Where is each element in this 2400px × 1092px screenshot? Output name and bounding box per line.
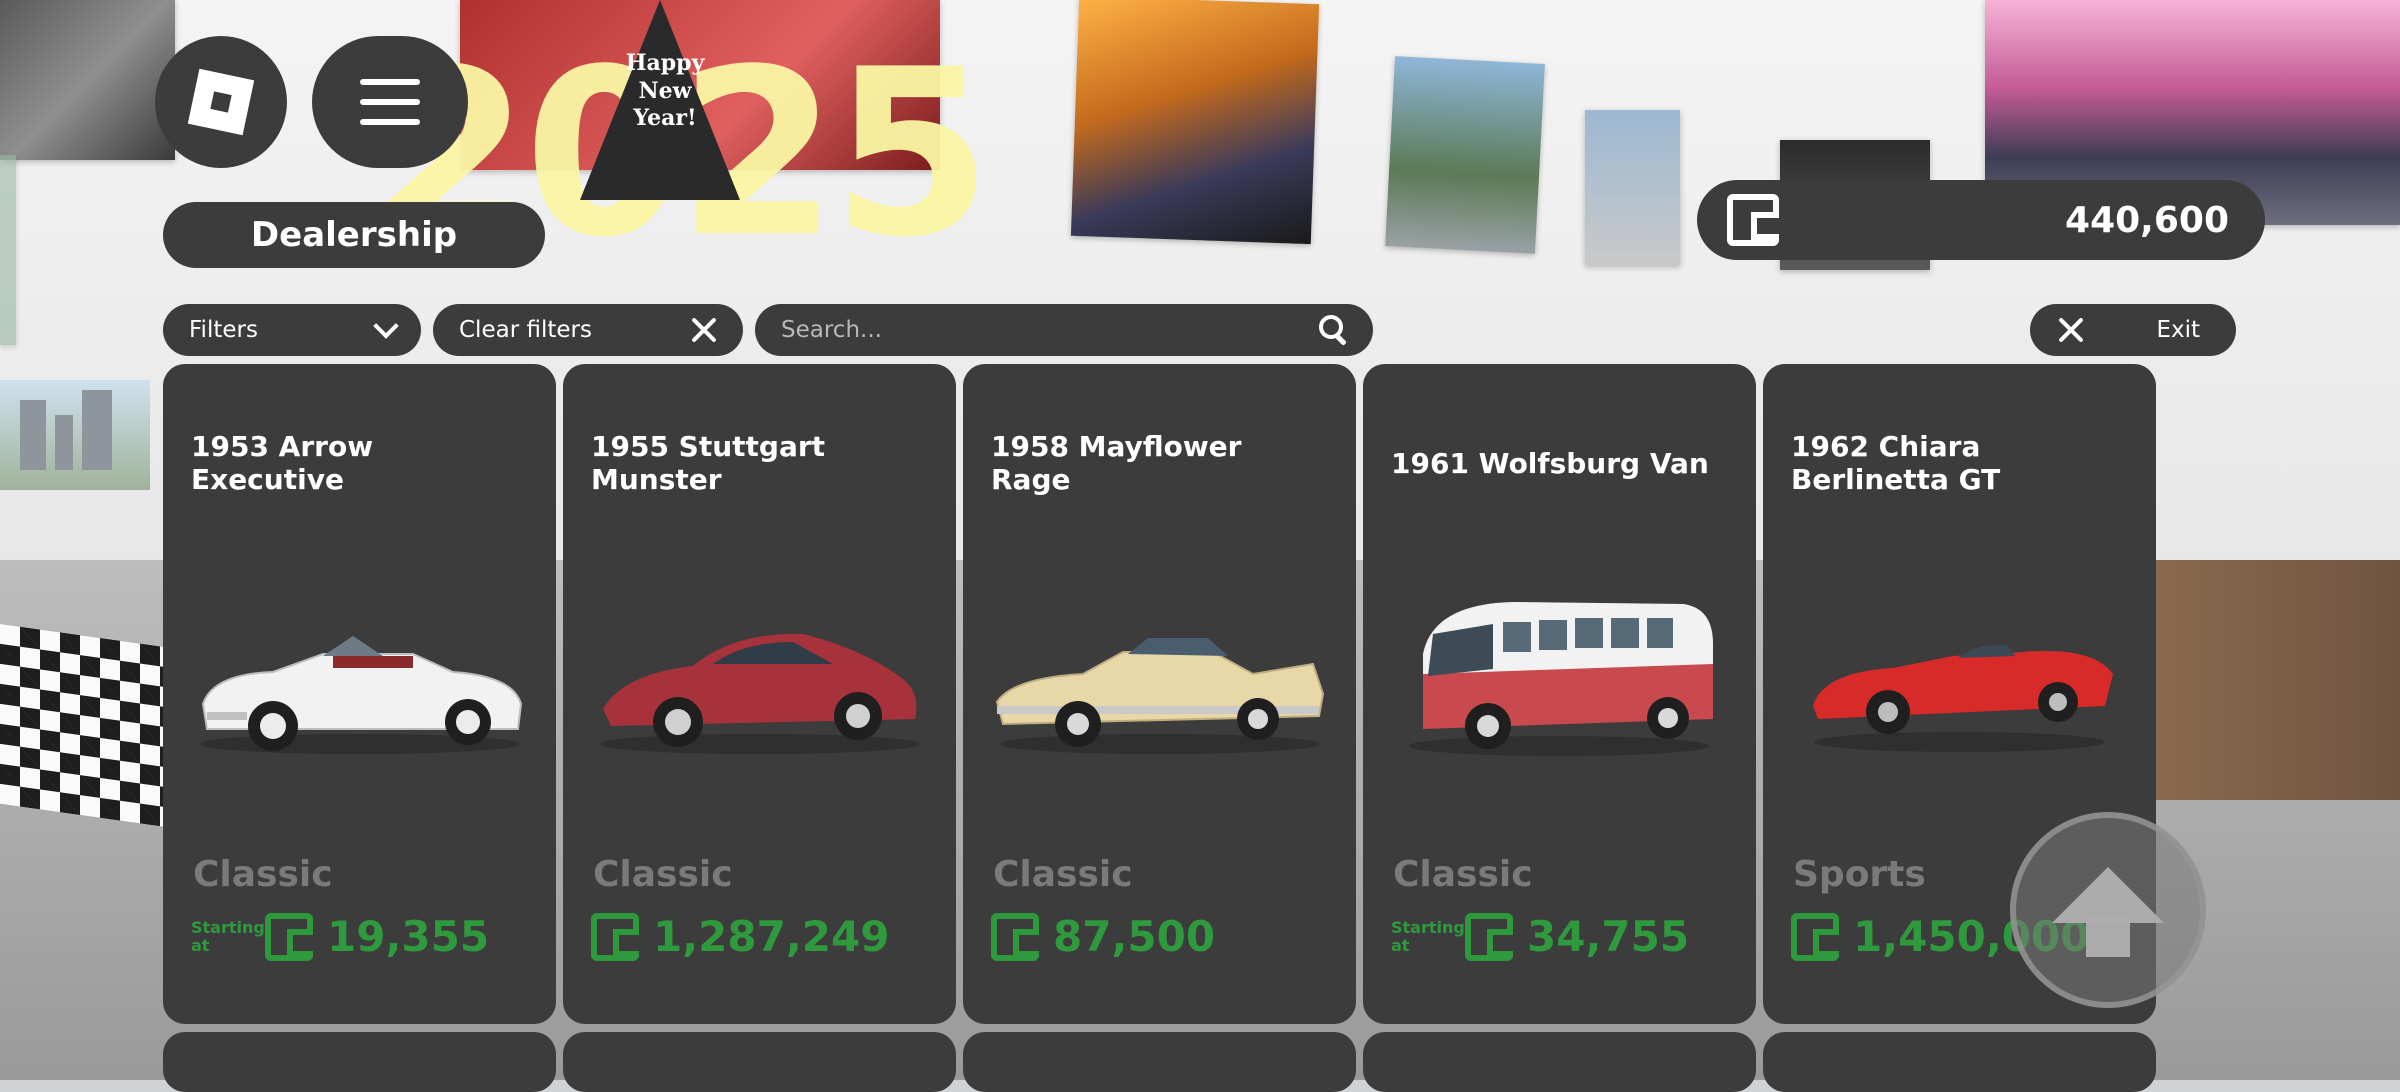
car-name: 1958 Mayflower Rage (991, 430, 1242, 496)
poster-image (1385, 56, 1545, 254)
search-icon[interactable] (1319, 315, 1349, 345)
car-card[interactable]: 1955 Stuttgart Munster Classic 1,287,249 (563, 364, 956, 1024)
car-price: 34,755 (1527, 912, 1690, 961)
currency-balance: 440,600 (1697, 180, 2265, 260)
convertible-car-image (199, 636, 523, 754)
roadster-car-image (1813, 645, 2113, 752)
hamburger-menu-icon (360, 79, 420, 125)
coupe-car-image (599, 633, 919, 754)
wallet-icon (1465, 912, 1513, 961)
wallet-icon (591, 912, 639, 961)
page-title: Dealership (163, 202, 545, 268)
filters-dropdown[interactable]: Filters (163, 304, 421, 356)
fin-car-image (995, 638, 1325, 754)
price-row: Starting at 19,355 (191, 912, 489, 961)
clear-filters-button[interactable]: Clear filters (433, 304, 743, 356)
poster-image (0, 0, 175, 160)
chevron-down-icon (373, 313, 399, 339)
city-window (0, 380, 150, 490)
exit-button[interactable]: Exit (2030, 304, 2236, 356)
car-name: 1961 Wolfsburg Van (1391, 446, 1709, 480)
search-input[interactable] (779, 316, 1283, 344)
close-icon (691, 317, 717, 343)
car-price: 19,355 (327, 912, 490, 961)
car-price: 1,287,249 (653, 912, 890, 961)
roblox-menu-button[interactable] (155, 36, 287, 168)
car-category: Classic (1393, 854, 1533, 895)
car-card[interactable]: 1958 Mayflower Rage Classic 87,500 (963, 364, 1356, 1024)
brown-wall (2150, 560, 2400, 800)
car-card-partial[interactable] (1763, 1032, 2156, 1092)
wallet-icon (991, 912, 1039, 961)
poster-image (1070, 0, 1320, 245)
poster-image (0, 155, 16, 345)
currency-amount: 440,600 (2065, 199, 2229, 241)
car-card[interactable]: 1961 Wolfsburg Van Classic Starting at 3… (1363, 364, 1756, 1024)
roblox-logo-icon (187, 68, 255, 136)
clear-filters-label: Clear filters (459, 317, 592, 343)
wallet-icon (1791, 912, 1839, 961)
wallet-icon (1727, 194, 1779, 246)
car-card[interactable]: 1953 Arrow Executive Classic Starting at… (163, 364, 556, 1024)
up-arrow-icon (2052, 867, 2164, 957)
price-row: 1,287,249 (591, 912, 889, 961)
car-card-partial[interactable] (563, 1032, 956, 1092)
jump-button[interactable] (2010, 812, 2206, 1008)
car-category: Classic (193, 854, 333, 895)
main-menu-button[interactable] (312, 36, 468, 168)
van-image (1409, 602, 1713, 756)
poster-image (1585, 110, 1680, 265)
car-category: Sports (1793, 854, 1926, 895)
car-category: Classic (993, 854, 1133, 895)
wallet-icon (265, 912, 313, 961)
car-name: 1955 Stuttgart Munster (591, 430, 826, 496)
car-category: Classic (593, 854, 733, 895)
search-bar[interactable] (755, 304, 1373, 356)
car-name: 1962 Chiara Berlinetta GT (1791, 430, 2001, 496)
price-row: Starting at 34,755 (1391, 912, 1689, 961)
car-price: 87,500 (1053, 912, 1216, 961)
close-icon (2058, 317, 2084, 343)
car-card-partial[interactable] (1363, 1032, 1756, 1092)
price-row: 87,500 (991, 912, 1215, 961)
car-name: 1953 Arrow Executive (191, 430, 374, 496)
filters-label: Filters (189, 317, 258, 343)
car-card-partial[interactable] (163, 1032, 556, 1092)
car-card-partial[interactable] (963, 1032, 1356, 1092)
exit-label: Exit (2156, 317, 2200, 343)
party-hat-text: Happy New Year! (625, 50, 705, 131)
starting-at-label: Starting at (1391, 917, 1465, 955)
starting-at-label: Starting at (191, 917, 265, 955)
